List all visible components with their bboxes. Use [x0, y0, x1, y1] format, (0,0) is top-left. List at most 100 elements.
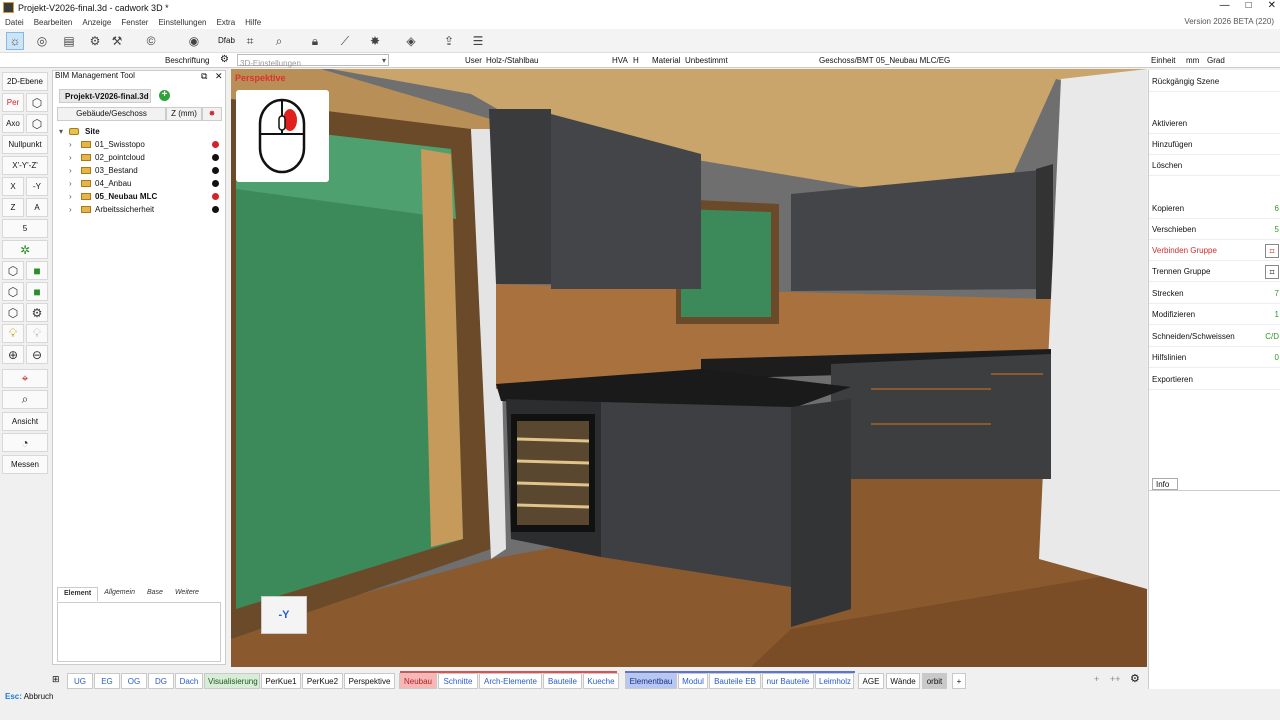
- group-icon[interactable]: ⌗: [1265, 244, 1279, 258]
- view-tab[interactable]: Wände: [886, 673, 920, 689]
- column-status-icon[interactable]: ✸: [202, 107, 222, 121]
- pin-icon[interactable]: ⧉: [201, 71, 207, 82]
- command-button[interactable]: Strecken 7: [1149, 284, 1280, 304]
- tree-root[interactable]: ▾ Site: [59, 125, 223, 138]
- view-tab[interactable]: AGE: [858, 673, 884, 689]
- machine-icon[interactable]: ⚙: [86, 32, 104, 50]
- status-dot-icon[interactable]: [212, 141, 219, 148]
- maximize-button[interactable]: □: [1246, 0, 1252, 11]
- menu-hilfe[interactable]: Hilfe: [240, 18, 266, 27]
- command-button[interactable]: Verbinden Gruppe ⌗: [1149, 241, 1280, 261]
- tree-item[interactable]: › 01_Swisstopo: [59, 138, 223, 151]
- view-tab[interactable]: nur Bauteile: [762, 673, 814, 689]
- zoom-in-icon[interactable]: ⊕: [2, 345, 24, 364]
- view-tab[interactable]: Neubau: [399, 673, 437, 689]
- collapse-icon[interactable]: ▾: [59, 125, 63, 138]
- command-button[interactable]: Hilfslinien 0: [1149, 348, 1280, 368]
- zoom-window-icon[interactable]: ⌖: [2, 369, 48, 388]
- view-tab[interactable]: Visualisierung: [204, 673, 260, 689]
- axo-cube-icon[interactable]: ⬡: [26, 114, 48, 133]
- tab-weitere[interactable]: Weitere: [169, 587, 205, 601]
- view-tab[interactable]: Kueche: [583, 673, 619, 689]
- 3d-settings-dropdown[interactable]: 3D-Einstellungen ▾: [237, 54, 389, 68]
- expand-icon[interactable]: ›: [69, 151, 72, 164]
- cube-3d-icon[interactable]: ⬡: [2, 303, 24, 322]
- view-tab[interactable]: Leimholz: [815, 673, 854, 689]
- command-button[interactable]: Trennen Gruppe ⌗: [1149, 262, 1280, 282]
- axis-cube[interactable]: -Y: [261, 596, 307, 634]
- ansicht-button[interactable]: Ansicht: [2, 412, 48, 431]
- zoom-all-icon[interactable]: ⌕: [2, 390, 48, 409]
- export-icon[interactable]: ⇪: [440, 32, 458, 50]
- status-dot-icon[interactable]: [212, 180, 219, 187]
- project-tab[interactable]: Projekt-V2026-final.3d: [59, 89, 151, 103]
- cube-outline-icon[interactable]: ⬡: [2, 282, 24, 301]
- command-button[interactable]: Modifizieren 1: [1149, 305, 1280, 325]
- gears-icon[interactable]: ⚙: [26, 303, 48, 322]
- user-value[interactable]: Holz-/Stahlbau: [486, 56, 538, 65]
- tab-allgemein[interactable]: Allgemein: [98, 587, 141, 601]
- close-button[interactable]: ✕: [1268, 0, 1276, 11]
- geschoss-value[interactable]: 05_Neubau MLC/EG: [876, 56, 950, 65]
- view-tab[interactable]: PerKue1: [261, 673, 301, 689]
- menu-anzeige[interactable]: Anzeige: [77, 18, 116, 27]
- view-tab[interactable]: Schnitte: [438, 673, 478, 689]
- axo-button[interactable]: Axo: [2, 114, 24, 133]
- h-label[interactable]: H: [633, 56, 639, 65]
- x-view-button[interactable]: X: [2, 177, 24, 196]
- 3d-viewport[interactable]: Perspektive -Y: [231, 69, 1147, 667]
- tab-more-icon[interactable]: ++: [1110, 674, 1121, 684]
- expand-icon[interactable]: ›: [69, 190, 72, 203]
- hva-label[interactable]: HVA: [612, 56, 628, 65]
- nullpunkt-button[interactable]: Nullpunkt: [2, 135, 48, 154]
- view-tab[interactable]: +: [952, 673, 966, 689]
- tree-item[interactable]: › 05_Neubau MLC: [59, 190, 223, 203]
- command-button[interactable]: Verschieben 5: [1149, 220, 1280, 240]
- view-tab[interactable]: OG: [121, 673, 147, 689]
- lock-icon[interactable]: 🔒︎: [306, 32, 324, 50]
- 2d-ebene-button[interactable]: 2D-Ebene: [2, 72, 48, 91]
- tab-add-icon[interactable]: +: [1094, 674, 1099, 684]
- info-tab[interactable]: Info: [1152, 478, 1178, 490]
- sun-icon[interactable]: ☼: [6, 32, 24, 50]
- view-tab[interactable]: Bauteile: [543, 673, 582, 689]
- status-dot-icon[interactable]: [212, 206, 219, 213]
- search-icon[interactable]: ⌕: [270, 32, 288, 50]
- tab-base[interactable]: Base: [141, 587, 169, 601]
- command-button[interactable]: Rückgängig Szene: [1149, 72, 1280, 92]
- add-project-icon[interactable]: +: [159, 90, 170, 101]
- command-button[interactable]: Aktivieren: [1149, 114, 1280, 134]
- view-tab[interactable]: Elementbau: [625, 673, 677, 689]
- einheit-value[interactable]: mm: [1186, 56, 1199, 65]
- perspective-cube-icon[interactable]: ⬡: [26, 93, 48, 112]
- status-dot-icon[interactable]: [212, 154, 219, 161]
- globe-icon[interactable]: ◎: [33, 32, 51, 50]
- solid-cube-icon[interactable]: ■: [26, 261, 48, 280]
- bulb-icon[interactable]: 💡︎: [2, 324, 24, 343]
- minimize-button[interactable]: —: [1220, 0, 1230, 11]
- column-building[interactable]: Gebäude/Geschoss: [57, 107, 166, 121]
- view-tab[interactable]: Perspektive: [344, 673, 395, 689]
- menu-fenster[interactable]: Fenster: [116, 18, 153, 27]
- xyz-button[interactable]: X'-Y'-Z': [2, 156, 48, 175]
- view-tab[interactable]: Arch-Elemente: [479, 673, 542, 689]
- cam-icon[interactable]: ©: [142, 32, 160, 50]
- z-view-button[interactable]: Z: [2, 198, 24, 217]
- minus-y-view-button[interactable]: -Y: [26, 177, 48, 196]
- material-value[interactable]: Unbestimmt: [685, 56, 728, 65]
- view-tab[interactable]: Bauteile EB: [709, 673, 761, 689]
- tree-item[interactable]: › 04_Anbau: [59, 177, 223, 190]
- view-tab[interactable]: orbit: [922, 673, 947, 689]
- beschriftung-button[interactable]: Beschriftung: [165, 56, 209, 65]
- menu-extra[interactable]: Extra: [211, 18, 240, 27]
- orbit-icon[interactable]: ✲: [2, 240, 48, 259]
- a-view-button[interactable]: A: [26, 198, 48, 217]
- command-button[interactable]: Schneiden/Schweissen C/D: [1149, 327, 1280, 347]
- menu-bearbeiten[interactable]: Bearbeiten: [29, 18, 78, 27]
- dial-icon[interactable]: ◔: [2, 433, 48, 452]
- view-tab[interactable]: PerKue2: [302, 673, 343, 689]
- panel-close-icon[interactable]: ✕: [215, 71, 223, 82]
- view-tab[interactable]: EG: [94, 673, 120, 689]
- crop-icon[interactable]: ⌗: [241, 32, 259, 50]
- expand-icon[interactable]: ›: [69, 203, 72, 216]
